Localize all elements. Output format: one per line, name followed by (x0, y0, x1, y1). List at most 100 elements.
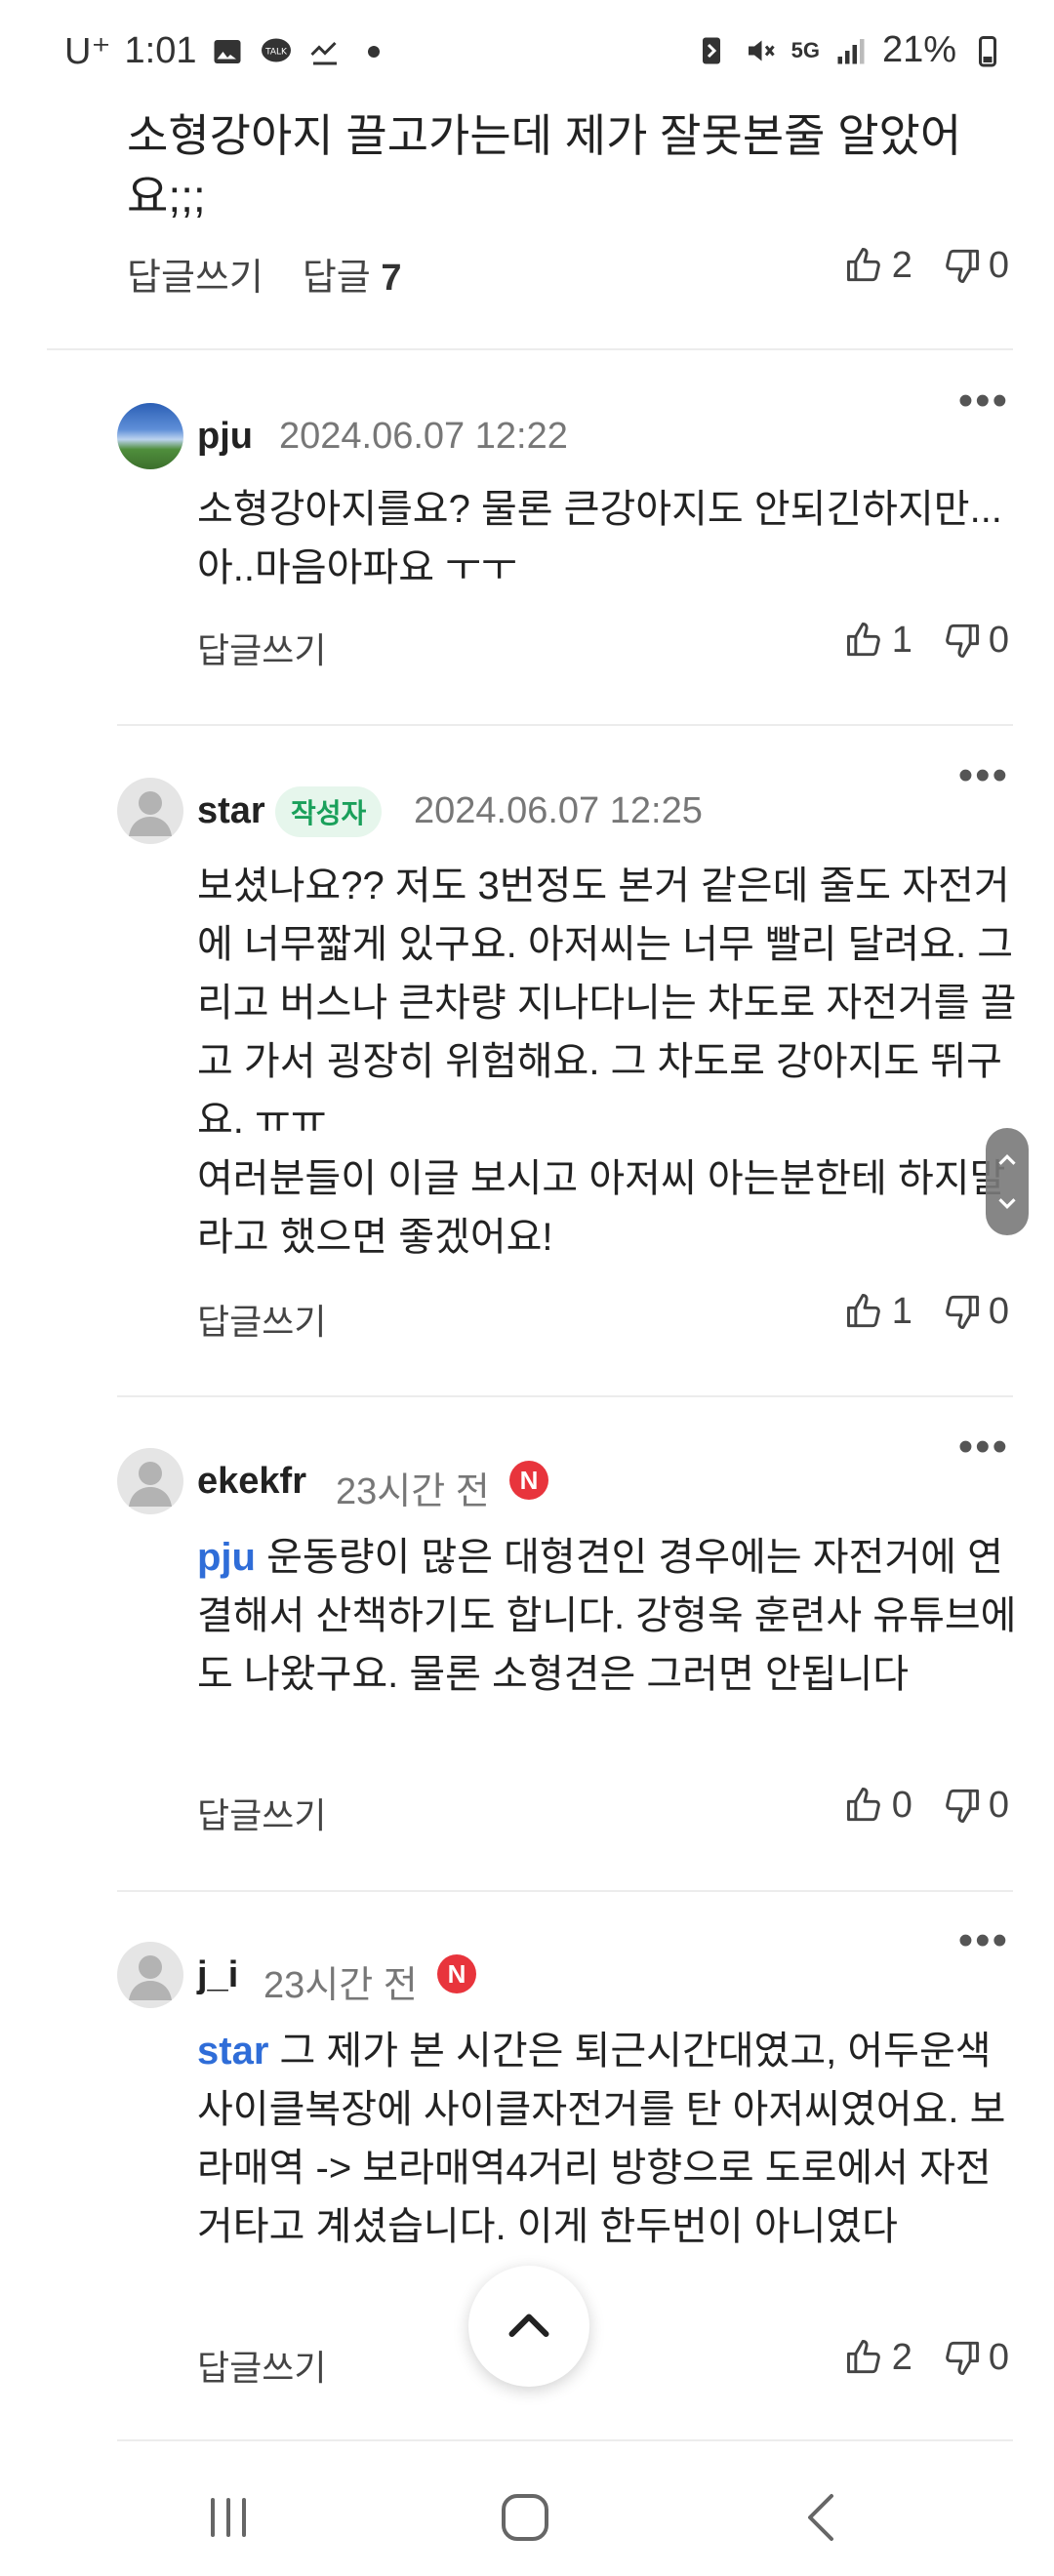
top-comment-body: 소형강아지 끌고가는데 제가 잘못본줄 알았어요;;; (127, 110, 962, 221)
dislike-button[interactable]: 0 (940, 2336, 1009, 2379)
avatar[interactable] (117, 778, 183, 844)
dislike-count: 0 (988, 619, 1009, 661)
thumbs-down-icon (946, 624, 979, 658)
dot-icon (368, 45, 381, 58)
comment-body-p1: 보셨나요?? 저도 3번정도 본거 같은데 줄도 자전거에 너무짧게 있구요. … (197, 865, 1017, 1142)
comment-votes: 1 0 (843, 619, 1009, 662)
comment-author[interactable]: pju (197, 416, 253, 458)
mention-link[interactable]: pju (197, 1536, 256, 1579)
divider (117, 1395, 1013, 1397)
default-avatar-icon (129, 1955, 172, 2000)
replies-count-button[interactable]: 답글 7 (303, 247, 402, 301)
dislike-button[interactable]: 0 (940, 1290, 1009, 1333)
dislike-count: 0 (988, 244, 1009, 286)
top-comment-votes: 2 0 (843, 244, 1009, 287)
comment-body: 소형강아지를요? 물론 큰강아지도 안되긴하지만... 아..마음아파요 ㅜㅜ (197, 488, 1002, 589)
dislike-button[interactable]: 0 (940, 619, 1009, 662)
comment-body-text: 그 제가 본 시간은 퇴근시간대였고, 어두운색 사이클복장에 사이클자전거를 … (197, 2030, 1006, 2248)
comment-author[interactable]: ekekfr (197, 1461, 306, 1503)
mention-link[interactable]: star (197, 2030, 268, 2073)
like-count: 0 (891, 1784, 912, 1826)
chevron-up-icon (998, 1154, 1016, 1165)
avatar[interactable] (117, 403, 183, 469)
top-comment-text: 소형강아지 끌고가는데 제가 잘못본줄 알았어요;;; (127, 105, 1005, 226)
avatar[interactable] (117, 1942, 183, 2008)
reply-button[interactable]: 답글쓰기 (197, 1294, 326, 1345)
default-avatar-icon (129, 791, 172, 836)
like-count: 1 (891, 619, 912, 661)
comment-body: 보셨나요?? 저도 3번정도 본거 같은데 줄도 자전거에 너무짧게 있구요. … (197, 857, 1017, 1267)
dislike-button[interactable]: 0 (940, 244, 1009, 287)
chevron-down-icon (998, 1198, 1016, 1209)
home-icon[interactable] (496, 2488, 554, 2547)
like-button[interactable]: 1 (843, 1290, 912, 1333)
back-icon[interactable] (794, 2488, 853, 2547)
comment-body: pju 운동량이 많은 대형견인 경우에는 자전거에 연결해서 산책하기도 합니… (197, 1528, 1017, 1704)
like-button[interactable]: 1 (843, 619, 912, 662)
avatar[interactable] (117, 1448, 183, 1514)
fast-scroll-handle[interactable] (986, 1128, 1029, 1235)
chevron-up-icon (508, 2314, 549, 2337)
reply-button[interactable]: 답글쓰기 (197, 2340, 326, 2391)
dislike-button[interactable]: 0 (940, 1784, 1009, 1827)
more-options-button[interactable]: ••• (958, 751, 1009, 800)
author-badge: 작성자 (275, 786, 383, 837)
image-icon (214, 39, 241, 63)
comment-votes: 0 0 (843, 1784, 1009, 1827)
divider (117, 1890, 1013, 1892)
like-count: 2 (891, 2336, 912, 2378)
new-badge: N (437, 1954, 476, 1993)
comment-date: 23시간 전 (336, 1471, 490, 1512)
missed-call-icon (310, 41, 338, 64)
scroll-to-top-button[interactable] (468, 2266, 589, 2387)
thumbs-down-icon (946, 249, 979, 283)
battery-icon (979, 35, 996, 66)
dislike-count: 0 (988, 2336, 1009, 2378)
reply-button[interactable]: 답글쓰기 (127, 247, 264, 301)
signal-icon (837, 38, 865, 63)
like-count: 2 (891, 244, 912, 286)
comment-author[interactable]: star (197, 790, 265, 832)
comment-body-p2: 여러분들이 이글 보시고 아저씨 아는분한테 하지말라고 했으면 좋겠어요! (197, 1157, 1006, 1259)
like-count: 1 (891, 1290, 912, 1332)
thumbs-up-icon (846, 623, 880, 657)
more-options-button[interactable]: ••• (958, 1423, 1009, 1471)
comment-date: 2024.06.07 12:22 (279, 416, 568, 457)
replies-label: 답글 (302, 258, 371, 299)
mute-icon (748, 40, 775, 60)
like-button[interactable]: 0 (843, 1784, 912, 1827)
comment-date: 2024.06.07 12:25 (414, 790, 703, 831)
system-nav-bar (0, 2459, 1054, 2576)
comment-date: 23시간 전 (264, 1965, 418, 2006)
reply-button[interactable]: 답글쓰기 (197, 623, 326, 673)
comment-body: star 그 제가 본 시간은 퇴근시간대였고, 어두운색 사이클복장에 사이클… (197, 2022, 1017, 2256)
battery-saver-icon (702, 37, 720, 63)
recent-apps-icon[interactable] (199, 2488, 258, 2547)
svg-text:TALK: TALK (265, 47, 289, 57)
divider (117, 724, 1013, 726)
like-button[interactable]: 2 (843, 2336, 912, 2379)
status-bar: U⁺ 1:01 TALK 5G 21% (0, 0, 1054, 107)
thumbs-up-icon (846, 1788, 880, 1822)
thumbs-up-icon (846, 2340, 880, 2374)
more-options-button[interactable]: ••• (958, 377, 1009, 425)
talk-icon: TALK (262, 38, 292, 61)
status-right: 5G 21% (694, 29, 1005, 71)
new-badge: N (509, 1461, 548, 1500)
comment-body-text: 운동량이 많은 대형견인 경우에는 자전거에 연결해서 산책하기도 합니다. 강… (197, 1536, 1017, 1696)
battery-percent: 21% (881, 29, 956, 70)
carrier-label: U⁺ (64, 31, 111, 72)
comment-author[interactable]: j_i (197, 1954, 238, 1996)
thumbs-down-icon (946, 1295, 979, 1329)
comment-votes: 1 0 (843, 1290, 1009, 1333)
replies-count: 7 (381, 258, 402, 299)
clock: 1:01 (124, 30, 197, 71)
reply-button[interactable]: 답글쓰기 (197, 1788, 326, 1838)
network-label: 5G (790, 37, 820, 62)
more-options-button[interactable]: ••• (958, 1916, 1009, 1965)
thumbs-up-icon (846, 1294, 880, 1328)
dislike-count: 0 (988, 1784, 1009, 1826)
divider (117, 2439, 1013, 2441)
top-comment-actions: 답글쓰기 답글 7 (127, 247, 401, 301)
like-button[interactable]: 2 (843, 244, 912, 287)
